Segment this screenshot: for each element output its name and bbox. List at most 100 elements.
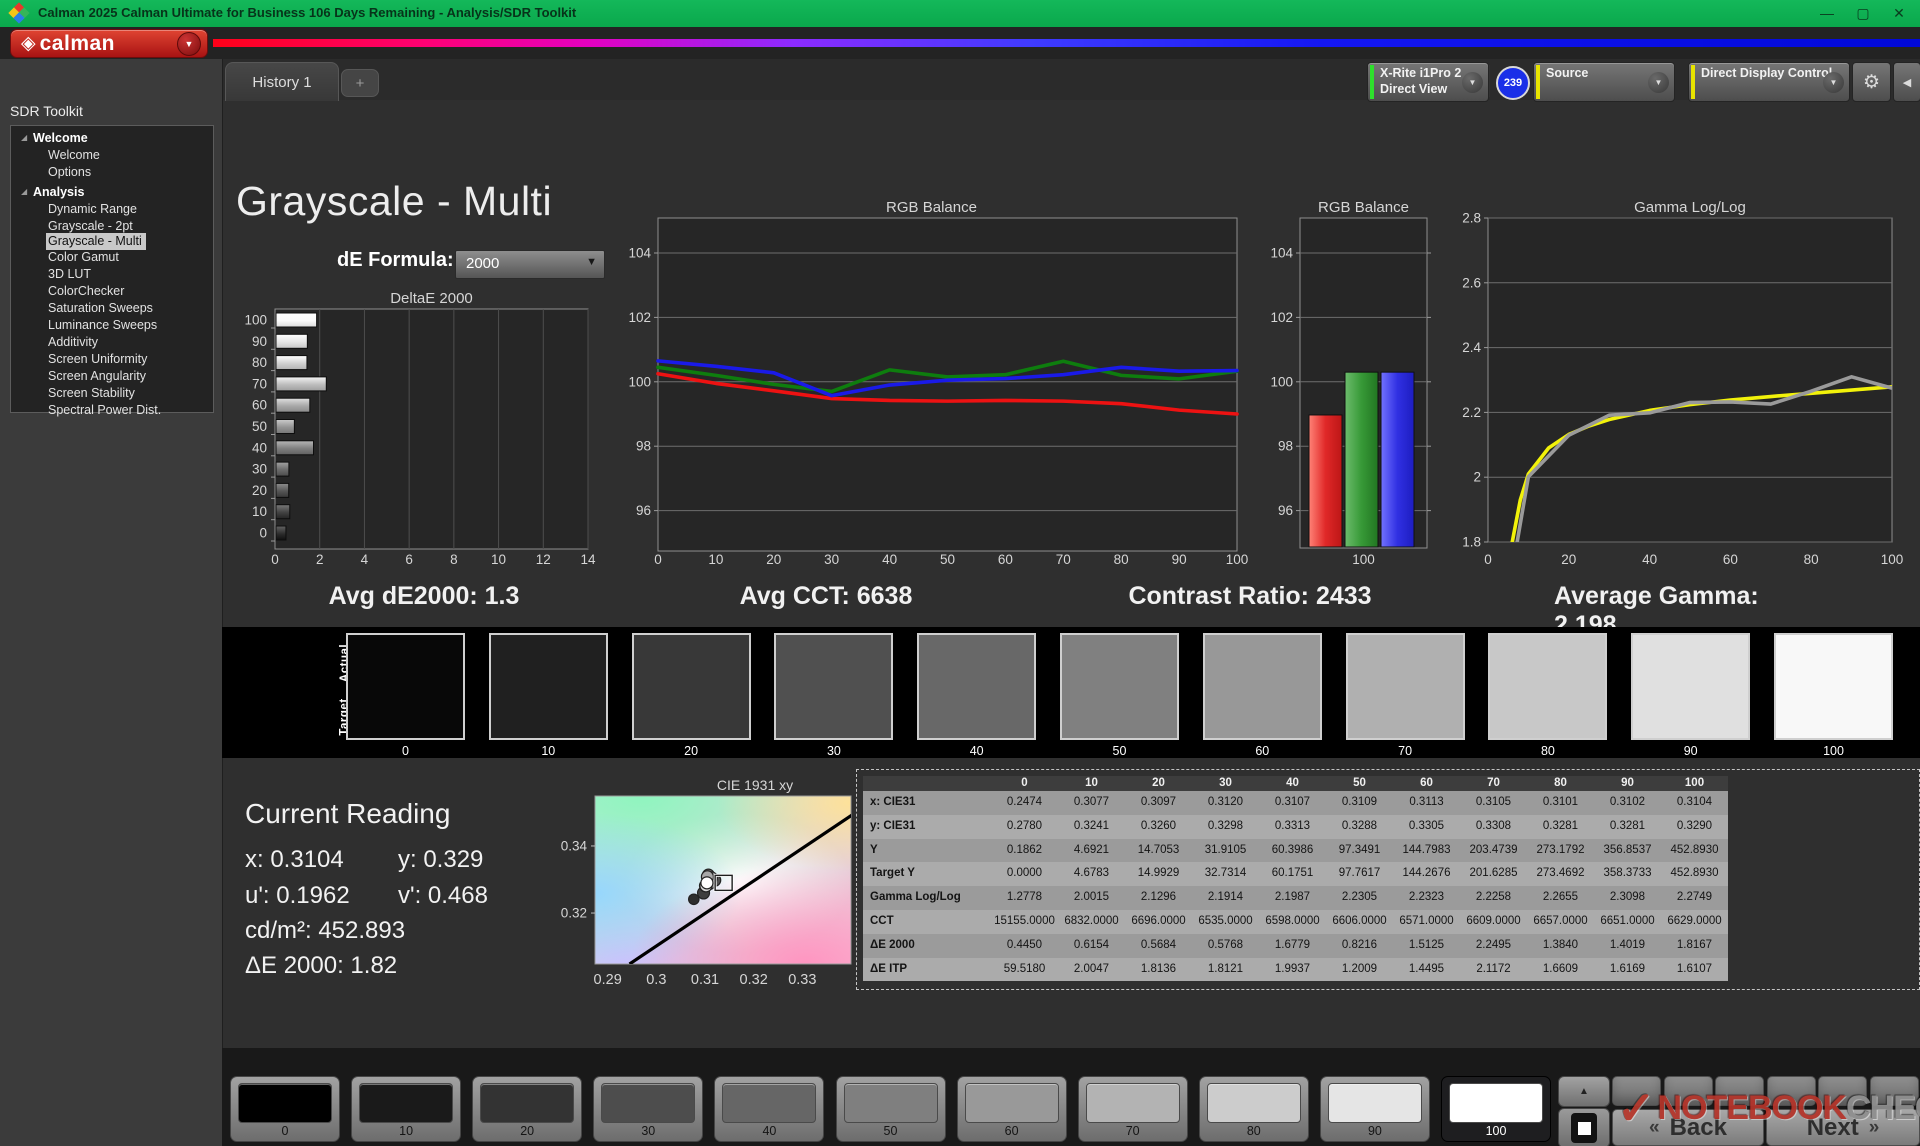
svg-text:96: 96 xyxy=(1278,503,1293,518)
pattern-level-50[interactable]: 50 xyxy=(836,1076,946,1142)
chevron-down-icon[interactable]: ▼ xyxy=(177,32,201,56)
pattern-preview xyxy=(601,1083,695,1123)
svg-text:80: 80 xyxy=(1804,552,1819,567)
sidebar-item-grayscale-2pt[interactable]: Grayscale - 2pt xyxy=(11,217,213,234)
gray-swatch-label: 80 xyxy=(1488,744,1607,758)
minimize-button[interactable]: — xyxy=(1810,2,1844,24)
table-cell: 0.5684 xyxy=(1125,934,1192,958)
back-button[interactable]: « Back xyxy=(1612,1109,1764,1146)
source-label: Source xyxy=(1546,66,1588,80)
svg-text:2: 2 xyxy=(316,552,324,567)
table-cell: 273.4692 xyxy=(1527,862,1594,886)
sidebar-item-screen-uniformity[interactable]: Screen Uniformity xyxy=(11,350,213,367)
table-cell: 59.5180 xyxy=(991,958,1058,982)
table-cell: 0.2474 xyxy=(991,791,1058,815)
settings-button[interactable]: ⚙ xyxy=(1852,62,1891,102)
table-header-cell: 90 xyxy=(1594,776,1661,791)
measure-toolbar-button-6[interactable] xyxy=(1870,1076,1919,1106)
measurement-table-region[interactable]: 0102030405060708090100x: CIE310.24740.30… xyxy=(856,769,1920,990)
next-button[interactable]: Next » xyxy=(1766,1109,1920,1146)
table-cell: 144.7983 xyxy=(1393,839,1460,863)
pattern-level-100[interactable]: 100 xyxy=(1441,1076,1551,1142)
table-cell: 1.9937 xyxy=(1259,958,1326,982)
sidebar-item-saturation-sweeps[interactable]: Saturation Sweeps xyxy=(11,299,213,316)
chevron-down-icon[interactable]: ▼ xyxy=(1462,72,1483,93)
meter-dropdown[interactable]: X-Rite i1Pro 2 Direct View ▼ xyxy=(1367,62,1489,102)
add-tab-button[interactable]: + xyxy=(341,69,379,97)
sidebar-item-color-gamut[interactable]: Color Gamut xyxy=(11,248,213,265)
gray-swatch-40 xyxy=(917,633,1036,740)
table-cell: 0.4450 xyxy=(991,934,1058,958)
chevron-double-right-icon: » xyxy=(1869,1117,1880,1139)
maximize-button[interactable]: ▢ xyxy=(1846,2,1880,24)
measure-toolbar-button-5[interactable] xyxy=(1818,1076,1867,1106)
measure-toolbar-button-2[interactable] xyxy=(1664,1076,1713,1106)
window-title: Calman 2025 Calman Ultimate for Business… xyxy=(38,5,576,20)
sidebar-item-options[interactable]: Options xyxy=(11,163,213,180)
pattern-bar: 0102030405060708090100 ▲ « Back Next » ✓… xyxy=(222,1048,1920,1146)
sidebar-item-luminance-sweeps[interactable]: Luminance Sweeps xyxy=(11,316,213,333)
pattern-level-80[interactable]: 80 xyxy=(1199,1076,1309,1142)
close-button[interactable]: ✕ xyxy=(1882,2,1916,24)
measure-toolbar-button-4[interactable] xyxy=(1767,1076,1816,1106)
pattern-level-90[interactable]: 90 xyxy=(1320,1076,1430,1142)
meter-name: X-Rite i1Pro 2 xyxy=(1380,66,1461,80)
table-cell: 0.5768 xyxy=(1192,934,1259,958)
calman-wordmark: calman xyxy=(40,32,115,56)
sidebar-group-analysis[interactable]: ◢Analysis xyxy=(11,183,213,200)
table-header-cell: 80 xyxy=(1527,776,1594,791)
calman-menu-button[interactable]: ◈ calman ▼ xyxy=(10,29,208,58)
chevron-left-icon: ◀ xyxy=(1903,76,1911,89)
pattern-level-0[interactable]: 0 xyxy=(230,1076,340,1142)
gray-swatch-30 xyxy=(774,633,893,740)
measure-toolbar-button-3[interactable] xyxy=(1715,1076,1764,1106)
table-cell: 60.1751 xyxy=(1259,862,1326,886)
display-control-dropdown[interactable]: Direct Display Control ▼ xyxy=(1688,62,1850,102)
pattern-level-10[interactable]: 10 xyxy=(351,1076,461,1142)
sidebar-item-grayscale-multi[interactable]: Grayscale - Multi xyxy=(46,234,213,248)
measure-toolbar-button-1[interactable] xyxy=(1612,1076,1661,1106)
table-cell: 0.3109 xyxy=(1326,791,1393,815)
sidebar-item-screen-stability[interactable]: Screen Stability xyxy=(11,384,213,401)
sidebar-item-3d-lut[interactable]: 3D LUT xyxy=(11,265,213,282)
pattern-level-20[interactable]: 20 xyxy=(472,1076,582,1142)
tab-history-1[interactable]: History 1 xyxy=(225,62,339,101)
pattern-level-30[interactable]: 30 xyxy=(593,1076,703,1142)
pattern-up-button[interactable]: ▲ xyxy=(1558,1076,1610,1107)
svg-text:50: 50 xyxy=(940,552,955,567)
table-cell: 2.0015 xyxy=(1058,886,1125,910)
pattern-window-button[interactable] xyxy=(1558,1108,1610,1146)
table-header-row: 0102030405060708090100 xyxy=(863,776,1728,791)
sidebar-item-colorchecker[interactable]: ColorChecker xyxy=(11,282,213,299)
sidebar-item-spectral-power-dist-[interactable]: Spectral Power Dist. xyxy=(11,401,213,418)
table-cell: 0.3120 xyxy=(1192,791,1259,815)
pattern-preview xyxy=(844,1083,938,1123)
table-cell: 6696.0000 xyxy=(1125,910,1192,934)
table-cell: 356.8537 xyxy=(1594,839,1661,863)
calman-diamond-icon: ◈ xyxy=(21,32,36,55)
svg-text:98: 98 xyxy=(1278,439,1293,454)
chevron-down-icon[interactable]: ▼ xyxy=(1823,72,1844,93)
pattern-level-60[interactable]: 60 xyxy=(957,1076,1067,1142)
de-formula-select[interactable]: 2000 ▼ xyxy=(455,250,605,279)
sidebar-item-screen-angularity[interactable]: Screen Angularity xyxy=(11,367,213,384)
sidebar-group-welcome[interactable]: ◢Welcome xyxy=(11,129,213,146)
panel-collapse-button[interactable]: ◀ xyxy=(1893,62,1920,102)
chevron-down-icon: ▼ xyxy=(586,256,597,268)
sidebar-item-welcome[interactable]: Welcome xyxy=(11,146,213,163)
source-dropdown[interactable]: Source ▼ xyxy=(1533,62,1675,102)
sidebar-item-dynamic-range[interactable]: Dynamic Range xyxy=(11,200,213,217)
svg-text:98: 98 xyxy=(636,439,651,454)
pattern-level-40[interactable]: 40 xyxy=(714,1076,824,1142)
pattern-level-70[interactable]: 70 xyxy=(1078,1076,1188,1142)
gray-swatch-100 xyxy=(1774,633,1893,740)
sidebar-item-additivity[interactable]: Additivity xyxy=(11,333,213,350)
table-cell: 1.6779 xyxy=(1259,934,1326,958)
svg-text:104: 104 xyxy=(1270,246,1293,261)
chevron-down-icon[interactable]: ▼ xyxy=(1648,72,1669,93)
pattern-preview xyxy=(480,1083,574,1123)
svg-text:20: 20 xyxy=(252,483,267,498)
table-cell: 1.6169 xyxy=(1594,958,1661,982)
meter-count-badge[interactable]: 239 xyxy=(1496,66,1530,100)
table-cell: 0.3102 xyxy=(1594,791,1661,815)
